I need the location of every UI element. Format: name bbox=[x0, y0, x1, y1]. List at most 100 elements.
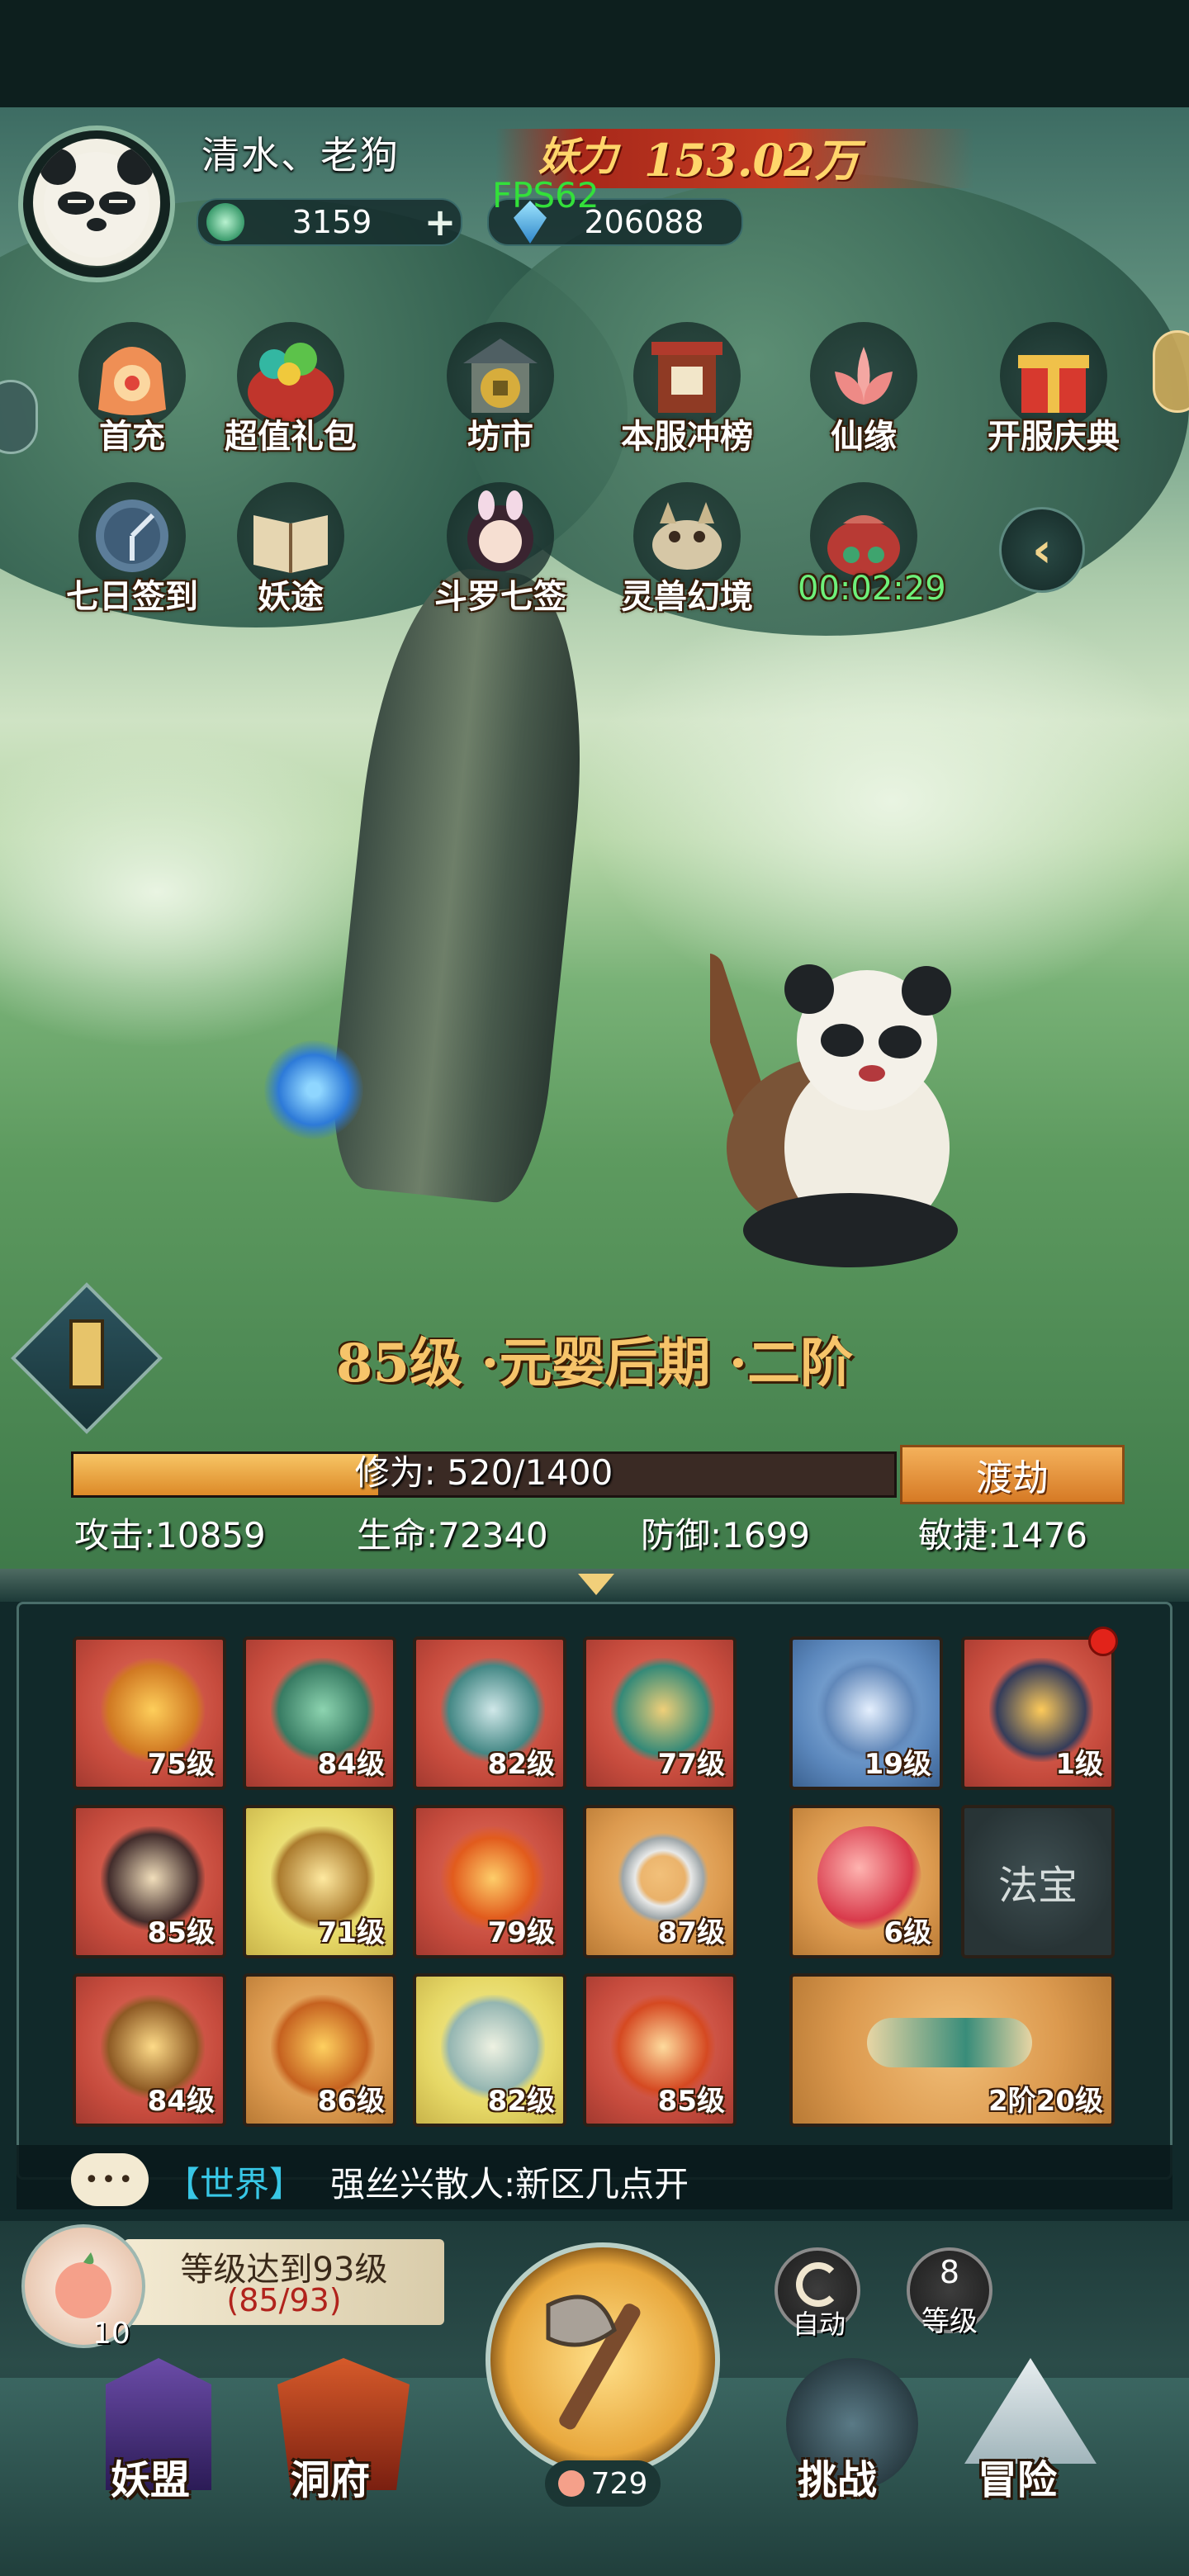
equip-slot[interactable]: 85级 bbox=[73, 1805, 226, 1958]
level-label: 等级 bbox=[921, 2305, 978, 2338]
gift-bag-icon bbox=[98, 347, 166, 415]
equip-level: 85级 bbox=[147, 1916, 215, 1949]
menu-label: 七日签到 bbox=[66, 577, 198, 616]
chat-message: 强丝兴散人:新区几点开 bbox=[330, 2164, 689, 2204]
menu-label: 斗罗七签 bbox=[434, 577, 566, 616]
menu-label: 仙缘 bbox=[831, 417, 897, 456]
equip-level: 87级 bbox=[657, 1916, 725, 1949]
swirl-icon bbox=[796, 2262, 841, 2307]
equip-level: 75级 bbox=[147, 1748, 215, 1781]
blue-spirit-flower bbox=[264, 1040, 363, 1139]
stat-defense: 防御:1699 bbox=[641, 1515, 811, 1556]
task-progress: (85/93) bbox=[226, 2282, 342, 2318]
jade-add-button[interactable]: + bbox=[419, 200, 461, 244]
menu-spirit-beast-realm[interactable]: 灵兽幻境 bbox=[621, 482, 753, 618]
equip-level: 79级 bbox=[487, 1916, 555, 1949]
treasure-slot[interactable]: 法宝 bbox=[961, 1805, 1115, 1958]
panda-character[interactable] bbox=[687, 941, 991, 1271]
orb-level: 6级 bbox=[883, 1916, 931, 1949]
status-strip bbox=[0, 0, 1189, 107]
attack-button[interactable] bbox=[486, 2242, 720, 2477]
pet-level: 1级 bbox=[1055, 1748, 1103, 1781]
spirit-beast-icon bbox=[652, 502, 722, 570]
stat-agility: 敏捷:1476 bbox=[918, 1515, 1088, 1556]
equip-slot[interactable]: 82级 bbox=[413, 1636, 566, 1790]
menu-label: 本服冲榜 bbox=[621, 417, 753, 456]
jade-amount: 3159 bbox=[291, 204, 372, 240]
nav-alliance[interactable]: 妖盟 bbox=[111, 2447, 190, 2505]
equip-level: 84级 bbox=[147, 2085, 215, 2118]
present-box-icon bbox=[1018, 355, 1089, 413]
equip-slot[interactable]: 87级 bbox=[583, 1805, 737, 1958]
gourd-level: 2阶20级 bbox=[988, 2085, 1103, 2118]
fps-counter: FPS62 bbox=[492, 175, 599, 215]
power-value: 153.02万 bbox=[644, 134, 860, 187]
right-edge-tab[interactable] bbox=[1153, 330, 1189, 413]
left-edge-tab[interactable] bbox=[0, 380, 38, 454]
menu-label: 灵兽幻境 bbox=[621, 577, 753, 616]
power-label: 妖力 bbox=[538, 134, 618, 180]
menu-value-pack[interactable]: 超值礼包 bbox=[225, 322, 357, 457]
peach-icon bbox=[557, 2470, 585, 2497]
compass-clock-icon bbox=[96, 500, 168, 572]
menu-demon-path[interactable]: 妖途 bbox=[225, 482, 357, 618]
gourd-slot[interactable]: 2阶20级 bbox=[789, 1973, 1115, 2127]
equip-slot[interactable]: 75级 bbox=[73, 1636, 226, 1790]
menu-first-charge[interactable]: 首充 bbox=[66, 322, 198, 457]
stat-hp: 生命:72340 bbox=[357, 1515, 548, 1556]
gourd-icon bbox=[867, 2018, 1032, 2067]
equip-slot[interactable]: 86级 bbox=[243, 1973, 396, 2127]
equip-level: 86级 bbox=[317, 2085, 385, 2118]
equip-slot[interactable]: 84级 bbox=[243, 1636, 396, 1790]
equip-slot[interactable]: 77级 bbox=[583, 1636, 737, 1790]
event-countdown: 00:02:29 bbox=[798, 570, 946, 608]
equip-slot[interactable]: 71级 bbox=[243, 1805, 396, 1958]
peach-count: 729 bbox=[590, 2466, 648, 2501]
pet-slot[interactable]: 19级 bbox=[789, 1636, 943, 1790]
menu-label: 首充 bbox=[99, 417, 165, 456]
player-name: 清水、老狗 bbox=[201, 133, 400, 178]
menu-seven-day-signin[interactable]: 七日签到 bbox=[66, 482, 198, 618]
lotus-icon bbox=[835, 347, 893, 405]
equip-level: 85级 bbox=[657, 2085, 725, 2118]
treasure-label: 法宝 bbox=[997, 1863, 1078, 1909]
breakthrough-button[interactable]: 渡劫 bbox=[900, 1445, 1125, 1504]
girl-portrait-icon bbox=[467, 490, 533, 571]
equip-slot[interactable]: 84级 bbox=[73, 1973, 226, 2127]
level-number: 8 bbox=[939, 2254, 960, 2290]
axe-icon bbox=[546, 2294, 641, 2430]
stat-attack: 攻击:10859 bbox=[74, 1515, 266, 1556]
chat-bubble-icon[interactable]: ••• bbox=[71, 2153, 149, 2206]
menu-server-celebration[interactable]: 开服庆典 bbox=[988, 322, 1120, 457]
nav-cave-house[interactable]: 洞府 bbox=[291, 2447, 370, 2505]
equip-slot[interactable]: 79级 bbox=[413, 1805, 566, 1958]
menu-fate[interactable]: 仙缘 bbox=[798, 322, 930, 457]
jade-icon bbox=[206, 203, 244, 241]
menu-timed-event[interactable]: 00:02:29 bbox=[798, 482, 946, 608]
spirit-orb-slot[interactable]: 6级 bbox=[789, 1805, 943, 1958]
menu-label: 开服庆典 bbox=[988, 417, 1120, 456]
chevron-down-icon[interactable] bbox=[578, 1574, 614, 1595]
menu-douluo-signin[interactable]: 斗罗七签 bbox=[434, 482, 566, 618]
avatar[interactable] bbox=[33, 139, 160, 266]
ranking-gate-icon bbox=[651, 342, 722, 413]
equip-level: 82级 bbox=[487, 1748, 555, 1781]
menu-server-rank[interactable]: 本服冲榜 bbox=[621, 322, 753, 457]
menu-label: 超值礼包 bbox=[225, 417, 357, 456]
pet-slot[interactable]: 1级 bbox=[961, 1636, 1115, 1790]
cultivation-text: 修为: 520/1400 bbox=[354, 1452, 613, 1493]
equip-slot[interactable]: 85级 bbox=[583, 1973, 737, 2127]
tree-trunk bbox=[322, 560, 603, 1207]
equip-slot[interactable]: 82级 bbox=[413, 1973, 566, 2127]
chevron-left-icon: ‹ bbox=[1032, 522, 1052, 578]
collapse-menu-button[interactable]: ‹ bbox=[999, 507, 1085, 593]
equip-level: 82级 bbox=[487, 2085, 555, 2118]
menu-market[interactable]: 坊市 bbox=[434, 322, 566, 457]
lucky-bag-icon bbox=[827, 515, 900, 576]
nav-challenge[interactable]: 挑战 bbox=[798, 2447, 877, 2505]
book-icon bbox=[253, 515, 328, 573]
chat-channel: 【世界】 bbox=[165, 2164, 305, 2204]
market-coin-icon bbox=[463, 339, 538, 413]
nav-adventure[interactable]: 冒险 bbox=[978, 2447, 1057, 2505]
equip-level: 71级 bbox=[317, 1916, 385, 1949]
